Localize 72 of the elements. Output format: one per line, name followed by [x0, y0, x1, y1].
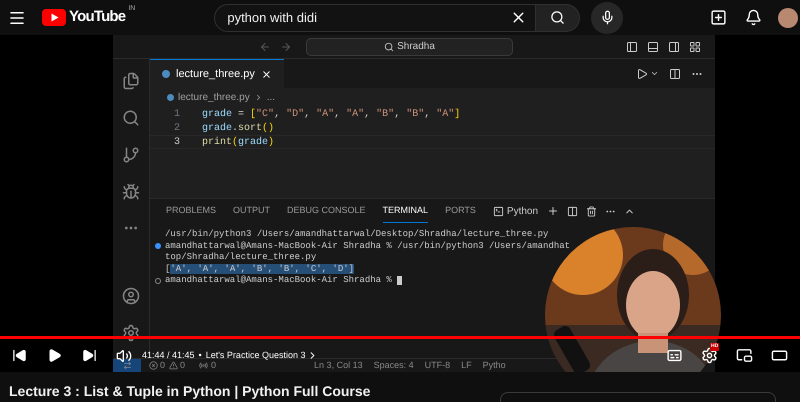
- breadcrumb-item[interactable]: ...: [266, 90, 276, 104]
- line-number: 1: [172, 108, 180, 122]
- panel-toggle-icon[interactable]: [647, 40, 659, 52]
- logo-icon[interactable]: [42, 9, 66, 26]
- close-tab-icon[interactable]: [260, 68, 272, 80]
- forward-icon[interactable]: [280, 40, 292, 52]
- layout-icon[interactable]: [689, 40, 701, 52]
- voice-search-button[interactable]: [591, 2, 624, 34]
- code-line: grade.sort(): [202, 122, 274, 136]
- volume-icon[interactable]: [116, 348, 132, 364]
- delete-terminal-icon[interactable]: [586, 206, 598, 216]
- ports-icon: [199, 361, 208, 370]
- command-center[interactable]: Shradha: [306, 38, 513, 56]
- new-terminal-icon[interactable]: [547, 205, 560, 217]
- status-item[interactable]: Spaces: 4: [374, 358, 414, 372]
- terminal-line: ['A', 'A', 'A', 'B', 'B', 'C', 'D']: [165, 262, 354, 276]
- explorer-icon[interactable]: [122, 72, 140, 90]
- error-count[interactable]: 0: [160, 358, 166, 372]
- subtitles-icon[interactable]: [666, 347, 683, 364]
- logo-text[interactable]: YouTube: [69, 6, 126, 29]
- warning-icon: [169, 361, 178, 370]
- code-line: print(grade): [202, 136, 274, 150]
- panel-tab[interactable]: OUTPUT: [233, 199, 270, 223]
- search-button[interactable]: [536, 4, 580, 32]
- notifications-icon[interactable]: [745, 9, 762, 26]
- play-icon[interactable]: [47, 348, 62, 363]
- line-number: 3: [172, 136, 180, 150]
- avatar[interactable]: [778, 8, 798, 28]
- split-terminal-icon[interactable]: [567, 206, 578, 216]
- search-field[interactable]: python with didi: [214, 4, 536, 32]
- secondary-sidebar-icon[interactable]: [668, 40, 680, 52]
- sidebar-toggle-icon[interactable]: [626, 40, 638, 52]
- search-icon: [550, 10, 566, 25]
- terminal-line: top/Shradha/lecture_three.py: [165, 251, 316, 264]
- remote-button[interactable]: [113, 359, 141, 372]
- search-icon[interactable]: [122, 109, 140, 127]
- panel-tab[interactable]: PROBLEMS: [166, 199, 216, 223]
- microphone-icon: [600, 10, 615, 25]
- source-control-icon[interactable]: [122, 146, 140, 164]
- terminal-icon: [492, 206, 504, 216]
- status-item[interactable]: Pytho: [482, 358, 506, 372]
- code-line: grade = ["C", "D", "A", "A", "B", "B", "A"]: [202, 108, 460, 122]
- editor-tab[interactable]: lecture_three.py: [150, 59, 284, 88]
- terminal-line: amandhattarwal@Amans-MacBook-Air Shradha %: [165, 274, 393, 287]
- miniplayer-icon[interactable]: [736, 347, 753, 364]
- remote-icon: [122, 361, 132, 370]
- split-editor-icon[interactable]: [669, 68, 681, 80]
- terminal-line: amandhattarwal@Amans-MacBook-Air Shradha % /usr/bin/python3 /Users/amandhat: [165, 240, 570, 252]
- create-icon[interactable]: [710, 9, 728, 26]
- terminal-line: /usr/bin/python3 /Users/amandhattarwal/Desktop/Shradha/lecture_three.py: [165, 228, 548, 241]
- debug-icon[interactable]: [122, 183, 140, 201]
- back-icon[interactable]: [259, 40, 271, 52]
- status-item[interactable]: UTF-8: [424, 358, 450, 372]
- run-icon[interactable]: [636, 68, 648, 80]
- terminal-name[interactable]: Python: [506, 204, 538, 218]
- error-icon: [149, 361, 158, 370]
- line-number: 2: [172, 122, 180, 136]
- status-item[interactable]: LF: [461, 358, 472, 372]
- video-time: 41:44 / 41:45: [142, 348, 195, 362]
- accounts-icon[interactable]: [122, 287, 140, 305]
- previous-icon[interactable]: [12, 348, 27, 363]
- run-menu-icon[interactable]: [650, 69, 659, 78]
- panel-tab[interactable]: TERMINAL: [382, 199, 428, 223]
- warning-count[interactable]: 0: [180, 358, 186, 372]
- next-icon[interactable]: [82, 348, 97, 363]
- search-icon: [384, 42, 394, 52]
- breadcrumb-item[interactable]: lecture_three.py: [178, 90, 250, 104]
- panel-tab[interactable]: DEBUG CONSOLE: [287, 199, 366, 223]
- video-title: Lecture 3 : List & Tuple in Python | Python Full Course: [9, 382, 370, 402]
- status-item[interactable]: Ln 3, Col 13: [314, 358, 363, 372]
- panel-tab[interactable]: PORTS: [445, 199, 476, 223]
- separator-dot: •: [198, 348, 202, 362]
